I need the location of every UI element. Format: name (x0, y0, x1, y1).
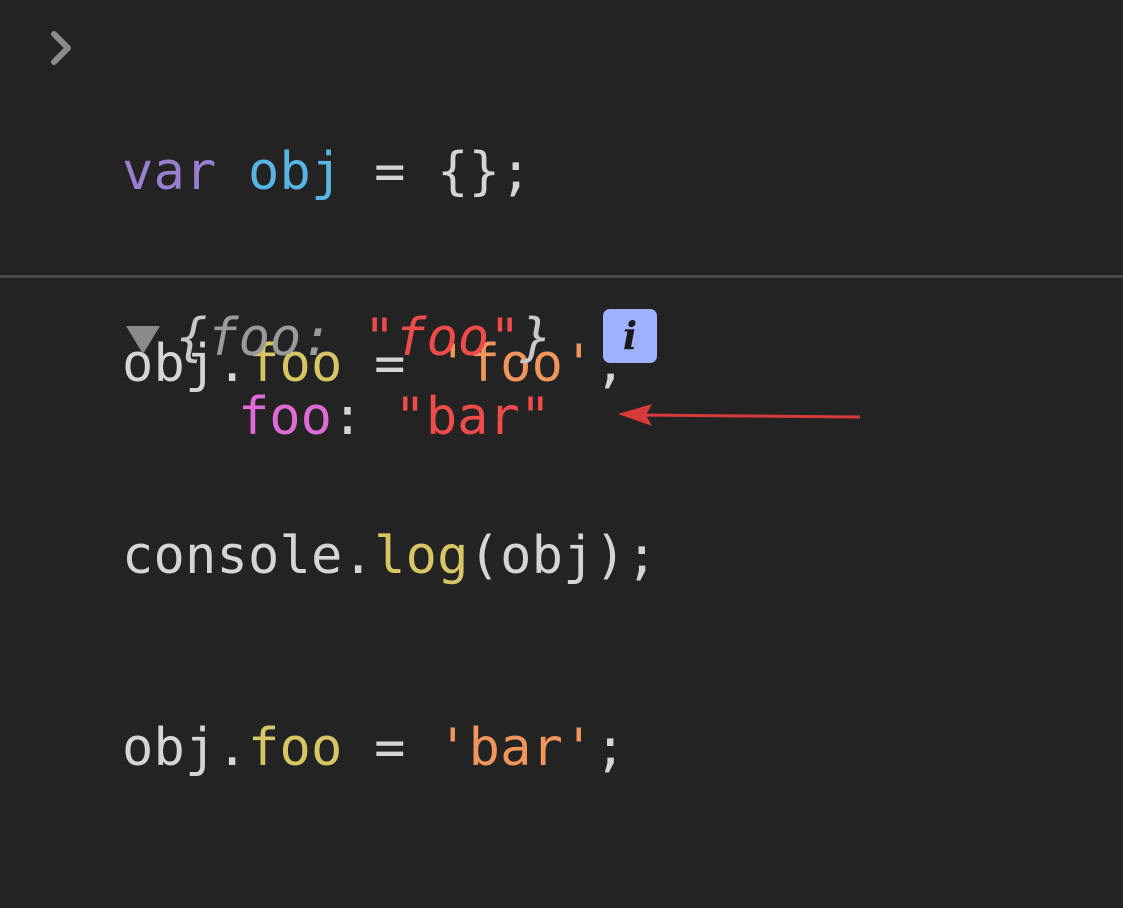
object-ref: console (122, 526, 343, 586)
chevron-right-icon (51, 31, 71, 65)
semicolon: ; (626, 526, 658, 586)
object-summary[interactable]: {foo: "foo"} (176, 306, 552, 370)
object-literal: {} (437, 142, 501, 202)
console-output-area (0, 278, 1123, 469)
code-line-4: obj.foo = 'bar'; (122, 716, 658, 780)
brace-close: } (520, 308, 552, 368)
property-key: foo (238, 387, 332, 447)
object-ref: obj (122, 718, 217, 778)
semicolon: ; (500, 142, 532, 202)
operator: = (374, 142, 406, 202)
property-name: foo (248, 718, 343, 778)
keyword-var: var (122, 142, 217, 202)
console-input-area[interactable]: var obj = {}; obj.foo = 'foo'; console.l… (0, 0, 1123, 778)
summary-key: foo (207, 308, 302, 368)
variable-name: obj (248, 142, 343, 202)
dot: . (216, 718, 249, 778)
summary-value: "foo" (363, 308, 521, 368)
operator: = (374, 718, 406, 778)
arrow-left-icon (618, 404, 861, 426)
code-line-1: var obj = {}; (122, 140, 658, 204)
brace-open: { (176, 308, 208, 368)
method-name: log (374, 526, 469, 586)
code-line-3: console.log(obj); (122, 524, 658, 588)
summary-colon: : (301, 308, 364, 368)
property-colon: : (331, 387, 395, 447)
property-value: "bar" (394, 387, 552, 447)
semicolon: ; (594, 718, 627, 778)
triangle-down-icon[interactable] (124, 322, 162, 356)
expanded-property-row: foo: "bar" (238, 385, 551, 449)
call-arguments: (obj) (468, 526, 627, 586)
devtools-console: var obj = {}; obj.foo = 'foo'; console.l… (0, 0, 1123, 778)
info-icon[interactable]: i (603, 309, 657, 363)
string-literal: 'bar' (437, 718, 595, 778)
dot: . (342, 526, 375, 586)
